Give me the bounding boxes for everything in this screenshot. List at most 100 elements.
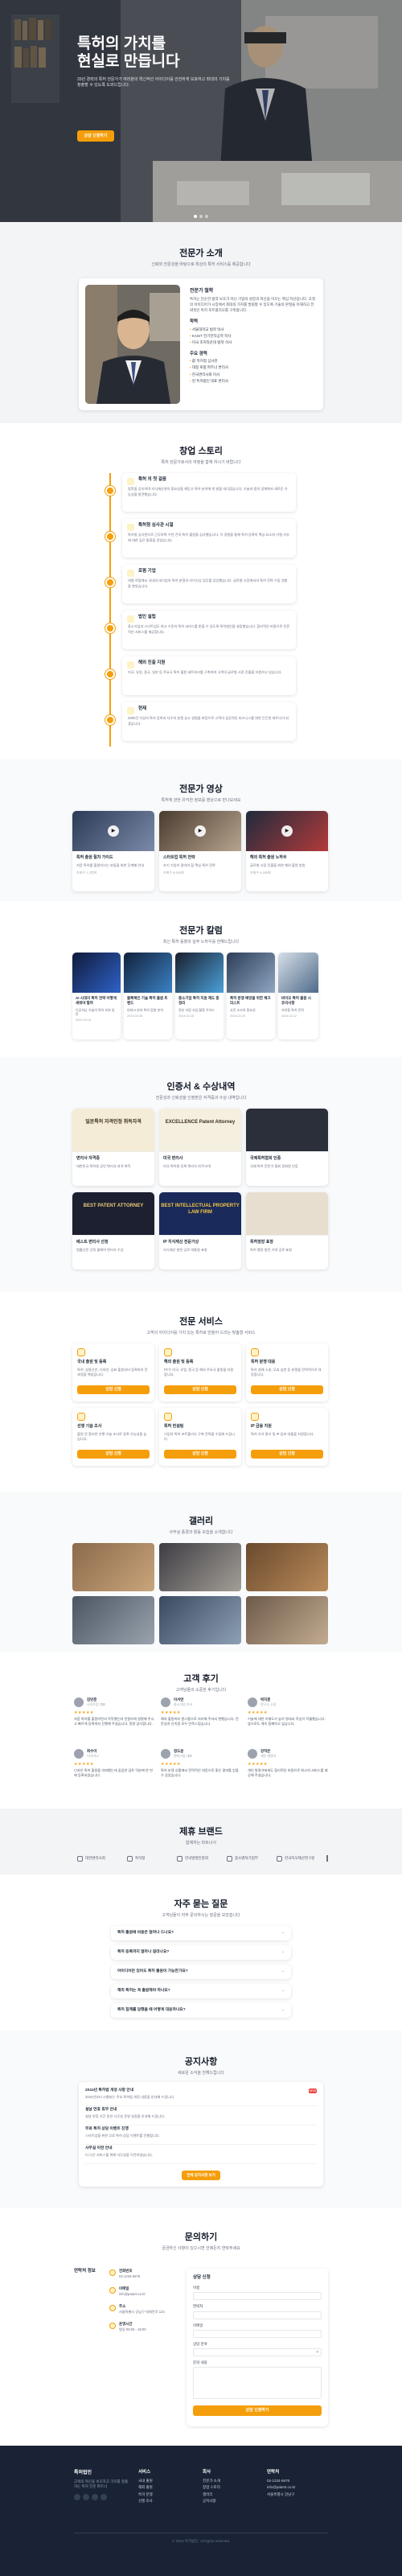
notice-title: 사무실 이전 안내 [85,2146,113,2150]
footer-link[interactable]: 해외 출원 [138,2485,195,2490]
career-item-text: 前 특허청 심사관 [191,359,218,364]
gallery-photo[interactable] [72,1543,154,1591]
partner-name: 한국발명진흥회 [185,1856,208,1860]
column-date: 2024.03.08 [127,1014,143,1018]
blog-icon[interactable] [100,2494,107,2501]
timeline-card-text: 대형 로펌에서 국내외 대기업의 특허 분쟁과 라이선싱 업무를 담당했습니다.… [128,578,288,588]
notices-subtitle: 새로운 소식을 전해드립니다 [178,2070,224,2076]
career-list: • 前 특허청 심사관 • 대형 로펌 파트너 변리사 • 한국변리사회 이사 … [190,359,315,383]
partner-logo[interactable]: 특허청 [127,1854,174,1863]
notices-title: 공지사항 [184,2057,218,2067]
faq-item[interactable]: 특허 등록까지 얼마나 걸리나요? ⌄ [111,1945,291,1960]
phone-input[interactable] [193,2311,322,2319]
service-title: 특허 분쟁 대응 [251,1360,276,1364]
service-consult-button[interactable]: 상담 신청 [77,1449,150,1459]
email-input[interactable] [193,2329,322,2338]
contact-submit-button[interactable]: 상담 신청하기 [193,2405,322,2416]
gallery-photo[interactable] [246,1543,328,1591]
notices-card: 2024년 특허법 개정 사항 안내 2024년부터 시행되는 주요 특허법 개정… [79,2082,323,2187]
partner-logo[interactable]: 대한변리사회 [77,1854,124,1863]
timeline-card-title: 현재 [138,706,147,711]
faq-item[interactable]: 해외 특허는 꼭 출원해야 하나요? ⌄ [111,1984,291,1998]
video-title: 특허 출원 절차 가이드 [76,855,113,860]
notice-item[interactable]: 무료 특허 상담 이벤트 진행 스타트업을 위한 무료 특허 상담 이벤트를 진행… [85,2127,317,2145]
video-card[interactable]: ▶ 스타트업 특허 전략 초기 기업이 알아야 할 핵심 특허 전략 조회수 8,50… [159,811,241,891]
service-title: IP 금융 지원 [251,1424,272,1429]
review-card: 이서연 중소기업 이사 ★★★★★ 해외 출원까지 원스톱으로 처리해 주셔서 편했습… [161,1697,241,1744]
partner-emblem-icon [277,1855,282,1862]
gallery-photo[interactable] [159,1543,241,1591]
footer-link[interactable]: 공지사항 [203,2499,259,2504]
footer-link[interactable]: 선행 조사 [138,2499,195,2504]
carousel-dot[interactable] [194,215,197,218]
timeline-card-text: 미국, 유럽, 중국, 일본 등 주요국 특허 출원 네트워크를 구축하여 고객… [128,670,282,675]
youtube-icon[interactable] [92,2494,98,2501]
gallery-photo[interactable] [72,1596,154,1644]
service-consult-button[interactable]: 상담 신청 [164,1449,236,1459]
carousel-dot[interactable] [199,215,203,218]
video-thumbnail[interactable]: ▶ [246,811,328,851]
instagram-icon[interactable] [83,2494,89,2501]
gallery-photo[interactable] [159,1596,241,1644]
column-card[interactable]: 블록체인 기술 특허 출원 트렌드 핀테크 분야 특허 동향 분석 2024.03.… [124,953,172,1039]
column-description: 정부 지원 사업 활용 가이드 [178,1007,215,1012]
timeline-card: 특허 의 첫 걸음 법학을 공부하며 지식재산권의 중요성을 깨닫고 특허 분야에… [122,473,296,512]
intro-subtitle: 신뢰와 전문성을 바탕으로 최상의 특허 서비스를 제공합니다 [151,261,251,267]
column-card[interactable]: AI 시대의 특허 전략 어떻게 세워야 할까 인공지능 기술의 특허 보호 방안… [72,953,121,1039]
footer-link[interactable]: 특허 분쟁 [138,2492,195,2497]
play-icon[interactable]: ▶ [195,825,206,837]
faq-item[interactable]: 아이디어만 있어도 특허 출원이 가능한가요? ⌄ [111,1965,291,1979]
timeline-dot [105,578,115,587]
footer-link[interactable]: 갤러리 [203,2492,259,2497]
star-rating: ★★★★★ [248,1710,268,1715]
hero-cta-button[interactable]: 상담 신청하기 [77,130,114,142]
facebook-icon[interactable] [74,2494,80,2501]
video-title: 해외 특허 출원 노하우 [250,855,287,860]
footer-link[interactable]: 전문가 소개 [203,2479,259,2483]
gallery-photo[interactable] [246,1596,328,1644]
service-consult-button[interactable]: 상담 신청 [77,1385,150,1394]
timeline-dot [105,486,115,496]
name-input[interactable] [193,2292,322,2301]
notice-item[interactable]: 설날 연휴 휴무 안내 설날 연휴 기간 동안 사무실 운영 일정을 안내해 드립… [85,2108,317,2125]
play-icon[interactable]: ▶ [108,825,119,837]
service-consult-button[interactable]: 상담 신청 [251,1385,323,1394]
milestone-icon [127,615,134,623]
reviews-section: 고객 후기 고객님들의 소중한 후기입니다 김민준 스타트업 대표 ★★★★★ 처음 … [0,1652,402,1809]
footer-link[interactable]: 창업 스토리 [203,2485,259,2490]
partner-logo[interactable]: 한국지식재산연구원 [277,1854,323,1863]
video-section: 전문가 영상 특허에 관한 유익한 정보를 영상으로 만나보세요 ▶ 특허 출원 … [0,759,402,901]
contact-info-label: 운영시간 [119,2322,133,2326]
service-consult-button[interactable]: 상담 신청 [251,1449,323,1459]
video-card[interactable]: ▶ 특허 출원 절차 가이드 처음 특허를 출원하시는 분들을 위한 단계별 안내 조… [72,811,154,891]
timeline-card-title: 해외 진출 지원 [138,660,166,665]
service-consult-button[interactable]: 상담 신청 [164,1385,236,1394]
service-card: 특허 분쟁 대응 특허 침해 소송, 무효 심판 등 분쟁을 전략적으로 대응합니… [246,1344,328,1401]
contact-info-icon [109,2287,116,2294]
column-description: 인공지능 기술의 특허 보호 방안 [76,1007,115,1017]
faq-title: 자주 묻는 질문 [174,1899,228,1909]
faq-question: 특허 출원에 비용은 얼마나 드나요? [117,1931,174,1935]
partner-logo[interactable]: 중소벤처기업부 [227,1854,273,1863]
timeline-card-title: 로펌 기업 [138,569,156,574]
faq-item[interactable]: 특허 출원에 비용은 얼마나 드나요? ⌄ [111,1926,291,1940]
footer-link[interactable]: 국내 출원 [138,2479,195,2483]
notice-item[interactable]: 사무실 이전 안내 더 나은 서비스를 위해 사무실을 이전하였습니다. [85,2146,317,2164]
message-textarea[interactable] [193,2366,322,2399]
notices-more-button[interactable]: 전체 공지사항 보기 [182,2171,220,2180]
carousel-dot[interactable] [205,215,208,218]
video-card[interactable]: ▶ 해외 특허 출원 노하우 글로벌 시장 진출을 위한 해외 출원 방법 조회수 6… [246,811,328,891]
faq-item[interactable]: 특허 침해를 당했을 때 어떻게 대응하나요? ⌄ [111,2003,291,2018]
footer-social-icons [74,2494,130,2503]
column-card[interactable]: 바이오 특허 출원 시 유의사항 의약품 특허 전략 2024.02.12 [278,953,318,1039]
notice-item[interactable]: 2024년 특허법 개정 사항 안내 2024년부터 시행되는 주요 특허법 개정… [85,2088,317,2106]
video-thumbnail[interactable]: ▶ [72,811,154,851]
partner-logo[interactable]: 한국발명진흥회 [177,1854,224,1863]
video-thumbnail[interactable]: ▶ [159,811,241,851]
service-select[interactable]: ▾ [193,2348,322,2356]
play-icon[interactable]: ▶ [281,825,293,837]
service-icon [251,1348,259,1356]
cert-description: 법률신문 선정 올해의 변리사 수상 [76,1247,124,1252]
column-card[interactable]: 중소기업 특허 지원 제도 총정리 정부 지원 사업 활용 가이드 2024.02.… [175,953,224,1039]
column-card[interactable]: 특허 분쟁 예방을 위한 체크리스트 사전 조사의 중요성 2024.02.20 [227,953,275,1039]
